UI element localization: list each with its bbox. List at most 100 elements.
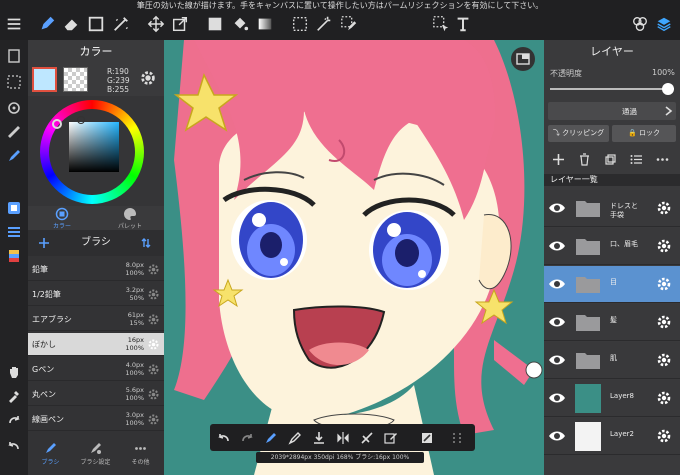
sv-cursor[interactable] bbox=[77, 116, 85, 124]
select-pen-icon[interactable] bbox=[339, 14, 359, 34]
pen-icon[interactable] bbox=[37, 14, 57, 34]
tab-brush-settings[interactable]: ブラシ設定 bbox=[73, 438, 118, 475]
hue-ring[interactable] bbox=[40, 100, 144, 204]
layer-clip-icon[interactable] bbox=[418, 429, 435, 446]
eye-icon[interactable] bbox=[548, 238, 566, 254]
sort-icon[interactable] bbox=[140, 237, 152, 249]
brush-values: 4.0px 100% bbox=[122, 361, 144, 377]
duplicate-layer-icon[interactable] bbox=[600, 150, 620, 168]
saturation-value-square[interactable] bbox=[69, 122, 119, 172]
transform-icon[interactable] bbox=[170, 14, 190, 34]
move-icon[interactable] bbox=[146, 14, 166, 34]
gear-icon[interactable] bbox=[656, 314, 672, 330]
brush-row[interactable]: 鉛筆 8.0px 100% bbox=[28, 258, 164, 281]
brush-icon[interactable] bbox=[4, 146, 24, 166]
brush-row[interactable]: Gペン 4.0px 100% bbox=[28, 358, 164, 381]
gear-icon[interactable] bbox=[147, 388, 160, 401]
add-layer-icon[interactable] bbox=[548, 150, 568, 168]
brush-row[interactable]: 線画ペン 3.0px 100% bbox=[28, 408, 164, 431]
gear-icon[interactable] bbox=[147, 288, 160, 301]
hue-cursor[interactable] bbox=[52, 119, 62, 129]
material-icon[interactable] bbox=[4, 246, 24, 266]
eyedropper-icon[interactable] bbox=[4, 386, 24, 406]
tab-brush[interactable]: ブラシ bbox=[28, 438, 73, 475]
gear-icon[interactable] bbox=[147, 313, 160, 326]
select-rect-icon[interactable] bbox=[290, 14, 310, 34]
eye-icon[interactable] bbox=[548, 428, 566, 444]
eye-icon[interactable] bbox=[548, 276, 566, 292]
layer-row[interactable]: ドレスと 手袋 bbox=[544, 190, 680, 227]
materials-icon[interactable] bbox=[630, 14, 650, 34]
blend-mode-select[interactable]: 通過 bbox=[548, 102, 676, 120]
text-icon[interactable] bbox=[453, 14, 473, 34]
ruler-icon[interactable] bbox=[4, 122, 24, 142]
page-icon[interactable] bbox=[4, 46, 24, 66]
opacity-slider-knob[interactable] bbox=[662, 83, 674, 95]
gear-icon[interactable] bbox=[656, 352, 672, 368]
tab-palette[interactable]: パレット bbox=[96, 206, 164, 230]
grid-icon[interactable] bbox=[4, 72, 24, 92]
layer-row[interactable]: 肌 bbox=[544, 342, 680, 379]
more-options-icon[interactable] bbox=[652, 150, 672, 168]
tab-color[interactable]: カラー bbox=[28, 206, 96, 230]
drawing-canvas[interactable] bbox=[164, 40, 544, 475]
layer-list-icon[interactable] bbox=[4, 222, 24, 242]
hand-icon[interactable] bbox=[4, 362, 24, 382]
gear-icon[interactable] bbox=[656, 276, 672, 292]
gear-icon[interactable] bbox=[139, 69, 157, 87]
eraser-icon[interactable] bbox=[61, 14, 81, 34]
bucket-icon[interactable] bbox=[230, 14, 250, 34]
menu-icon[interactable] bbox=[4, 14, 24, 34]
lock-button[interactable]: 🔒 ロック bbox=[612, 125, 676, 142]
layer-row[interactable]: Layer8 bbox=[544, 380, 680, 417]
layer-row[interactable]: Layer2 bbox=[544, 418, 680, 455]
delete-layer-icon[interactable] bbox=[574, 150, 594, 168]
rotate-icon[interactable] bbox=[4, 98, 24, 118]
redo-icon[interactable] bbox=[238, 429, 255, 446]
gear-icon[interactable] bbox=[147, 363, 160, 376]
gear-icon[interactable] bbox=[147, 413, 160, 426]
layer-row[interactable]: 口、眉毛 bbox=[544, 228, 680, 265]
gear-icon[interactable] bbox=[147, 338, 160, 351]
gear-icon[interactable] bbox=[656, 390, 672, 406]
layer-row[interactable]: 髪 bbox=[544, 304, 680, 341]
main-color-swatch[interactable] bbox=[32, 67, 57, 92]
layers-icon[interactable] bbox=[654, 14, 674, 34]
brush-row[interactable]: 丸ペン 5.6px 100% bbox=[28, 383, 164, 406]
eye-icon[interactable] bbox=[548, 352, 566, 368]
magic-wand-icon[interactable] bbox=[111, 14, 131, 34]
color-panel-icon[interactable] bbox=[4, 198, 24, 218]
rectangle-icon[interactable] bbox=[86, 14, 106, 34]
flip-icon[interactable] bbox=[334, 429, 351, 446]
select-move-icon[interactable] bbox=[431, 14, 451, 34]
edit-icon[interactable] bbox=[382, 429, 399, 446]
undo-icon[interactable] bbox=[215, 429, 232, 446]
gear-icon[interactable] bbox=[147, 263, 160, 276]
tab-other[interactable]: その他 bbox=[118, 438, 163, 475]
grid-dots-icon[interactable] bbox=[448, 429, 465, 446]
brush-row[interactable]: ぼかし 16px 100% bbox=[28, 333, 164, 356]
snap-off-icon[interactable] bbox=[358, 429, 375, 446]
gear-icon[interactable] bbox=[656, 200, 672, 216]
navigator-icon[interactable] bbox=[510, 46, 536, 72]
select-wand-icon[interactable] bbox=[314, 14, 334, 34]
undo-icon[interactable] bbox=[4, 436, 24, 456]
sub-color-swatch[interactable] bbox=[63, 67, 88, 92]
brush-row[interactable]: 1/2鉛筆 3.2px 50% bbox=[28, 283, 164, 306]
brush-size-icon[interactable] bbox=[262, 429, 279, 446]
redo-icon[interactable] bbox=[4, 410, 24, 430]
eye-icon[interactable] bbox=[548, 200, 566, 216]
eraser-icon[interactable] bbox=[286, 429, 303, 446]
opacity-slider[interactable] bbox=[550, 88, 674, 90]
clipping-button[interactable]: ⤵ クリッピング bbox=[548, 125, 609, 142]
eye-icon[interactable] bbox=[548, 314, 566, 330]
gear-icon[interactable] bbox=[656, 238, 672, 254]
layer-row[interactable]: 目 bbox=[544, 266, 680, 303]
gradient-icon[interactable] bbox=[255, 14, 275, 34]
layer-list-view-icon[interactable] bbox=[626, 150, 646, 168]
gear-icon[interactable] bbox=[656, 428, 672, 444]
fill-icon[interactable] bbox=[310, 429, 327, 446]
fill-color-icon[interactable] bbox=[205, 14, 225, 34]
brush-row[interactable]: エアブラシ 61px 15% bbox=[28, 308, 164, 331]
eye-icon[interactable] bbox=[548, 390, 566, 406]
